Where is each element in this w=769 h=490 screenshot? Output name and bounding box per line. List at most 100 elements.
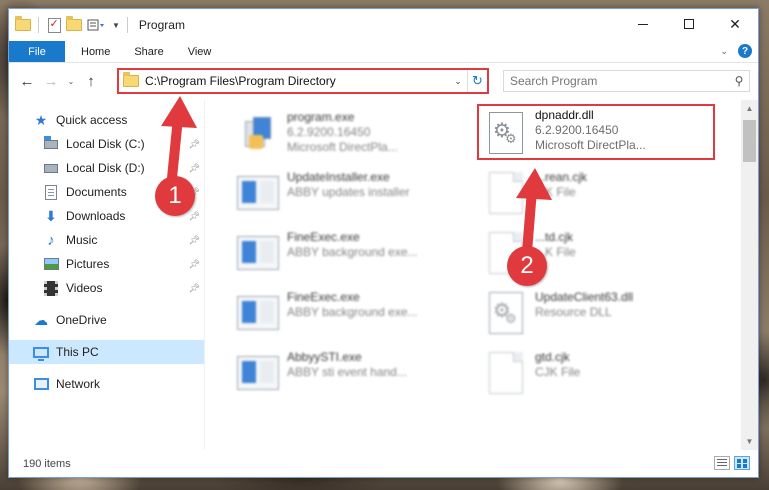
toolbar-divider — [38, 17, 39, 33]
music-icon: ♪ — [47, 231, 55, 249]
address-folder-icon — [123, 72, 139, 87]
close-button[interactable]: ✕ — [712, 9, 758, 39]
file-name: program.exe — [287, 110, 355, 124]
sidebar-item-label: OneDrive — [56, 313, 107, 327]
back-button[interactable]: ← — [15, 69, 39, 93]
file-detail: Resource DLL — [535, 305, 612, 319]
file-item[interactable]: ⚙ ⚙ UpdateClient63.dll Resource DLL — [479, 286, 709, 342]
details-view-icon[interactable] — [714, 456, 730, 470]
help-icon[interactable]: ? — [738, 44, 752, 58]
file-icon — [483, 350, 529, 396]
tab-home[interactable]: Home — [69, 41, 122, 62]
file-detail: CJK File — [535, 365, 581, 379]
search-input[interactable] — [510, 74, 729, 88]
sidebar-item-label: Music — [66, 233, 98, 247]
pin-icon[interactable]: 📌︎ — [189, 211, 200, 222]
file-item[interactable]: FineExec.exe ABBY background exe... — [231, 226, 461, 282]
file-name: ...td.cjk — [535, 230, 574, 244]
sidebar-item-this-pc[interactable]: This PC — [9, 340, 204, 364]
sidebar-item-network[interactable]: Network — [9, 372, 204, 396]
sidebar-item-music[interactable]: ♪ Music 📌︎ — [9, 228, 204, 252]
file-icon — [483, 170, 529, 216]
sidebar-item-label: Network — [56, 377, 101, 391]
folder-icon[interactable] — [15, 16, 31, 33]
file-name: dpnaddr.dll — [535, 108, 594, 122]
sidebar-item-label: Quick access — [56, 113, 128, 127]
sidebar-item-quick-access[interactable]: ★ Quick access — [9, 108, 204, 132]
pictures-icon — [43, 256, 59, 272]
sidebar-item-videos[interactable]: Videos 📌︎ — [9, 276, 204, 300]
file-item-dpnaddr-dll[interactable]: ⚙ ⚙ dpnaddr.dll 6.2.9200.16450 Microsoft … — [477, 104, 715, 160]
sidebar-item-label: Pictures — [66, 257, 110, 271]
file-item[interactable]: UpdateInstaller.exe ABBY updates install… — [231, 166, 461, 222]
refresh-button[interactable]: ↻ — [467, 70, 487, 92]
scrollbar-thumb[interactable] — [743, 120, 756, 162]
pin-icon[interactable]: 📌︎ — [189, 235, 200, 246]
maximize-button[interactable] — [666, 9, 712, 39]
qat-dropdown-icon[interactable]: ▼ — [112, 21, 120, 30]
videos-icon — [43, 280, 59, 296]
file-name: FineExec.exe — [287, 230, 360, 244]
file-item[interactable]: ...rean.cjk ...K File — [479, 166, 709, 222]
tab-view[interactable]: View — [176, 41, 224, 62]
scroll-up-icon[interactable]: ▲ — [741, 100, 758, 117]
file-name: ...rean.cjk — [535, 170, 588, 184]
file-explorer-window: ▼ Program ✕ File Home Share View ⌄ ? ← →… — [8, 8, 759, 478]
dll-file-icon: ⚙ ⚙ — [483, 110, 529, 156]
program-icon — [235, 110, 281, 156]
cloud-icon: ☁ — [34, 311, 48, 328]
star-icon: ★ — [34, 111, 48, 128]
pin-icon[interactable]: 📌︎ — [189, 259, 200, 270]
file-detail: ABBY background exe... — [287, 305, 418, 319]
step-badge-1: 1 — [155, 176, 195, 216]
recent-locations-icon[interactable]: ⌄ — [63, 69, 79, 93]
properties-icon[interactable] — [46, 17, 62, 33]
item-count: 190 items — [23, 458, 71, 470]
address-bar[interactable]: C:\Program Files\Program Directory ⌄ ↻ — [117, 68, 489, 94]
downloads-icon: ⬇ — [45, 207, 57, 224]
executable-icon — [235, 290, 281, 336]
tab-file[interactable]: File — [9, 41, 65, 62]
sidebar-item-pictures[interactable]: Pictures 📌︎ — [9, 252, 204, 276]
pin-icon[interactable]: 📌︎ — [189, 283, 200, 294]
view-buttons — [714, 456, 750, 470]
quick-access-toolbar: ▼ — [9, 16, 131, 33]
window-controls: ✕ — [620, 9, 758, 39]
ribbon-right-controls: ⌄ ? — [720, 44, 752, 58]
file-item[interactable]: program.exe 6.2.9200.16450 Microsoft Dir… — [231, 106, 461, 162]
file-item[interactable]: FineExec.exe ABBY background exe... — [231, 286, 461, 342]
forward-button[interactable]: → — [39, 69, 63, 93]
sidebar-item-onedrive[interactable]: ☁ OneDrive — [9, 308, 204, 332]
search-box[interactable]: ⚲ — [503, 70, 750, 92]
navigation-pane: ★ Quick access Local Disk (C:) 📌︎ Local … — [9, 100, 205, 450]
new-folder-icon[interactable] — [66, 16, 82, 33]
file-detail: 6.2.9200.16450 — [535, 123, 619, 137]
window-title: Program — [138, 18, 185, 32]
tiles-view-icon[interactable] — [734, 456, 750, 470]
file-name: UpdateInstaller.exe — [287, 170, 390, 184]
address-path[interactable]: C:\Program Files\Program Directory — [145, 74, 449, 88]
scroll-down-icon[interactable]: ▼ — [741, 433, 758, 450]
file-detail: ABBY sti event hand... — [287, 365, 407, 379]
ribbon-tabs: File Home Share View ⌄ ? — [9, 41, 758, 63]
address-dropdown-icon[interactable]: ⌄ — [449, 76, 467, 87]
expand-ribbon-icon[interactable]: ⌄ — [720, 46, 728, 57]
file-item[interactable]: gtd.cjk CJK File — [479, 346, 709, 402]
customize-toolbar-icon[interactable] — [86, 17, 108, 33]
file-detail: Microsoft DirectPla... — [535, 138, 646, 152]
file-detail: ABBY updates installer — [287, 185, 410, 199]
pin-icon[interactable]: 📌︎ — [189, 139, 200, 150]
tab-share[interactable]: Share — [122, 41, 175, 62]
search-icon[interactable]: ⚲ — [729, 74, 749, 88]
computer-icon — [33, 344, 49, 361]
sidebar-item-label: Local Disk (D:) — [66, 161, 145, 175]
step-badge-2: 2 — [507, 246, 547, 286]
file-list: program.exe 6.2.9200.16450 Microsoft Dir… — [205, 100, 758, 450]
sidebar-item-local-disk-c[interactable]: Local Disk (C:) 📌︎ — [9, 132, 204, 156]
file-item[interactable]: AbbyySTI.exe ABBY sti event hand... — [231, 346, 461, 402]
minimize-button[interactable] — [620, 9, 666, 39]
executable-icon — [235, 230, 281, 276]
up-button[interactable]: ↑ — [79, 69, 103, 93]
pin-icon[interactable]: 📌︎ — [189, 163, 200, 174]
vertical-scrollbar[interactable]: ▲ ▼ — [741, 100, 758, 450]
